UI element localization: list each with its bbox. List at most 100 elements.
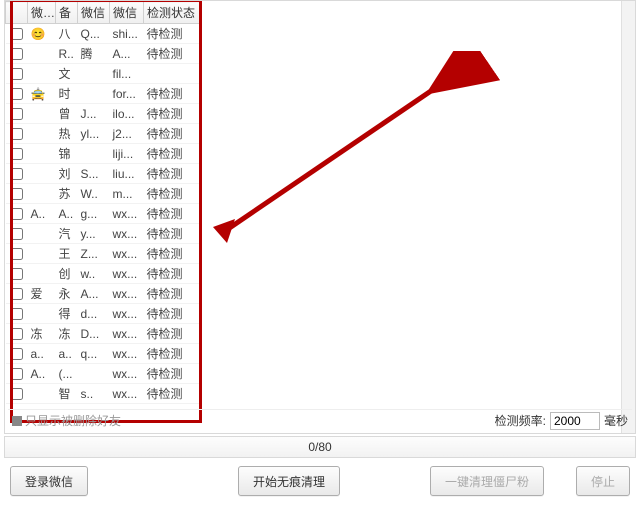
row-checkbox-cell: [6, 224, 28, 244]
cell-c3: 文: [56, 64, 78, 84]
row-checkbox-cell: [6, 124, 28, 144]
table-row[interactable]: A..(...wx...待检测: [6, 364, 200, 384]
row-checkbox[interactable]: [11, 68, 23, 80]
row-checkbox[interactable]: [11, 228, 23, 240]
table-row[interactable]: 文fil...: [6, 64, 200, 84]
cell-c5: wx...: [110, 324, 144, 344]
cell-c5: wx...: [110, 364, 144, 384]
row-checkbox[interactable]: [11, 128, 23, 140]
table-row[interactable]: 汽y...wx...待检测: [6, 224, 200, 244]
row-checkbox[interactable]: [11, 188, 23, 200]
cell-c4: w..: [78, 264, 110, 284]
cell-c3: R..: [56, 44, 78, 64]
table-row[interactable]: 苏W..m...待检测: [6, 184, 200, 204]
row-checkbox[interactable]: [11, 328, 23, 340]
row-checkbox-cell: [6, 24, 28, 44]
table-row[interactable]: R..腾A...待检测: [6, 44, 200, 64]
cell-c5: shi...: [110, 24, 144, 44]
cell-c5: wx...: [110, 344, 144, 364]
row-checkbox[interactable]: [11, 208, 23, 220]
cell-c2: [28, 104, 56, 124]
row-checkbox-cell: [6, 384, 28, 404]
cell-c5: wx...: [110, 244, 144, 264]
cell-c2: A..: [28, 204, 56, 224]
table-row[interactable]: 智s..wx...待检测: [6, 384, 200, 404]
cell-c2: [28, 164, 56, 184]
cell-c3: 创: [56, 264, 78, 284]
cell-c4: Z...: [78, 244, 110, 264]
cell-c6: 待检测: [144, 144, 200, 164]
column-header[interactable]: [6, 2, 28, 24]
cell-c6: 待检测: [144, 224, 200, 244]
cell-c2: [28, 64, 56, 84]
cell-c5: j2...: [110, 124, 144, 144]
row-checkbox[interactable]: [11, 348, 23, 360]
cell-c3: 曾: [56, 104, 78, 124]
cell-c6: 待检测: [144, 204, 200, 224]
table-row[interactable]: 冻冻D...wx...待检测: [6, 324, 200, 344]
start-clean-button[interactable]: 开始无痕清理: [238, 466, 340, 496]
table-row[interactable]: 王Z...wx...待检测: [6, 244, 200, 264]
main-panel: 微信备微信微信检测状态 😊八Q...shi...待检测R..腾A...待检测文f…: [4, 0, 636, 434]
column-header[interactable]: 微信: [78, 2, 110, 24]
row-checkbox[interactable]: [11, 248, 23, 260]
row-checkbox[interactable]: [11, 88, 23, 100]
cell-c6: 待检测: [144, 344, 200, 364]
table-row[interactable]: 😊八Q...shi...待检测: [6, 24, 200, 44]
row-checkbox[interactable]: [11, 108, 23, 120]
cell-c2: a..: [28, 344, 56, 364]
table-row[interactable]: 爱永A...wx...待检测: [6, 284, 200, 304]
cell-c5: wx...: [110, 224, 144, 244]
cell-c3: 汽: [56, 224, 78, 244]
table-row[interactable]: 🚖时for...待检测: [6, 84, 200, 104]
button-row: 登录微信 开始无痕清理 一键清理僵尸粉 停止: [0, 466, 640, 502]
row-checkbox[interactable]: [11, 368, 23, 380]
column-header[interactable]: 微信: [110, 2, 144, 24]
column-header[interactable]: 检测状态: [144, 2, 200, 24]
table-row[interactable]: A..A..g...wx...待检测: [6, 204, 200, 224]
cell-c6: 待检测: [144, 104, 200, 124]
table-row[interactable]: 刘S...liu...待检测: [6, 164, 200, 184]
cell-c4: J...: [78, 104, 110, 124]
cell-c2: 冻: [28, 324, 56, 344]
table-row[interactable]: 热yl...j2...待检测: [6, 124, 200, 144]
frequency-input[interactable]: [550, 412, 600, 430]
row-checkbox[interactable]: [11, 268, 23, 280]
row-checkbox[interactable]: [11, 28, 23, 40]
table-row[interactable]: 创w..wx...待检测: [6, 264, 200, 284]
cell-c2: [28, 224, 56, 244]
row-checkbox[interactable]: [11, 148, 23, 160]
row-checkbox-cell: [6, 364, 28, 384]
column-header[interactable]: 备: [56, 2, 78, 24]
row-checkbox-cell: [6, 244, 28, 264]
cell-c4: y...: [78, 224, 110, 244]
cell-c2: [28, 124, 56, 144]
column-header[interactable]: 微信: [28, 2, 56, 24]
row-checkbox-cell: [6, 304, 28, 324]
table-row[interactable]: 锦liji...待检测: [6, 144, 200, 164]
row-checkbox[interactable]: [11, 48, 23, 60]
cell-c3: 时: [56, 84, 78, 104]
scrollbar-track[interactable]: [621, 1, 635, 433]
row-checkbox[interactable]: [11, 168, 23, 180]
cell-c5: wx...: [110, 284, 144, 304]
cell-c6: 待检测: [144, 184, 200, 204]
table-row[interactable]: 曾J...ilo...待检测: [6, 104, 200, 124]
cell-c3: (...: [56, 364, 78, 384]
counter-text: 0/80: [308, 440, 331, 454]
row-checkbox[interactable]: [11, 388, 23, 400]
cell-c4: D...: [78, 324, 110, 344]
cell-c4: 腾: [78, 44, 110, 64]
show-deleted-only[interactable]: 只显示被删除好友: [12, 412, 121, 429]
row-checkbox-cell: [6, 104, 28, 124]
table-row[interactable]: 得d...wx...待检测: [6, 304, 200, 324]
row-checkbox[interactable]: [11, 308, 23, 320]
table-row[interactable]: a..a..q...wx...待检测: [6, 344, 200, 364]
progress-counter: 0/80: [4, 436, 636, 458]
cell-c3: 王: [56, 244, 78, 264]
cell-c4: [78, 64, 110, 84]
panel-footer: 只显示被删除好友 检测频率: 毫秒: [8, 409, 632, 431]
row-checkbox[interactable]: [11, 288, 23, 300]
stop-button: 停止: [576, 466, 630, 496]
login-wechat-button[interactable]: 登录微信: [10, 466, 88, 496]
